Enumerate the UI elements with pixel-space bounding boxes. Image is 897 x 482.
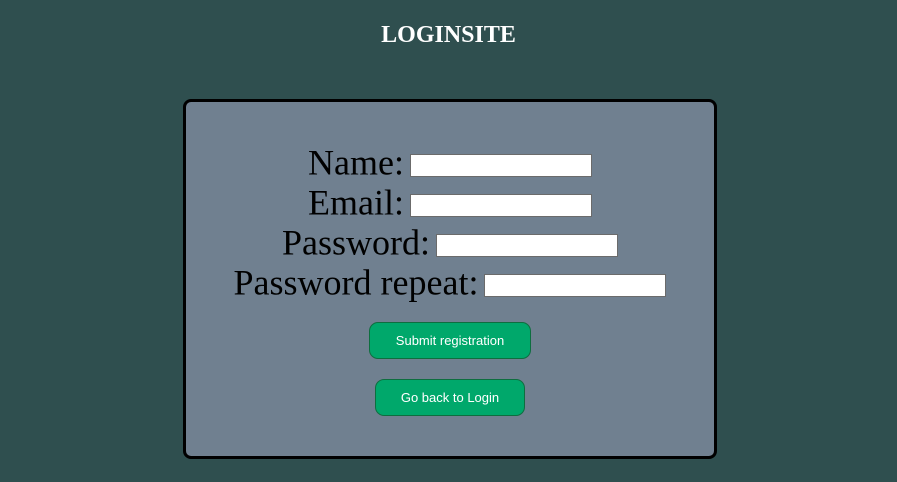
name-label: Name: [308,142,404,183]
email-row: Email: [186,182,714,222]
name-row: Name: [186,142,714,182]
password-repeat-row: Password repeat: [186,262,714,302]
name-input[interactable] [409,153,592,177]
registration-card: Name: Email: Password: Password repeat: … [183,99,717,459]
password-repeat-label: Password repeat: [233,262,479,303]
password-label: Password: [281,222,430,263]
password-row: Password: [186,222,714,262]
back-to-login-button[interactable]: Go back to Login [375,379,525,416]
site-title: LOGINSITE [381,22,516,48]
password-repeat-input[interactable] [484,273,667,297]
submit-registration-button[interactable]: Submit registration [369,322,531,359]
registration-form: Name: Email: Password: Password repeat: [186,142,714,302]
email-input[interactable] [409,193,592,217]
password-input[interactable] [436,233,618,257]
email-label: Email: [308,182,404,223]
